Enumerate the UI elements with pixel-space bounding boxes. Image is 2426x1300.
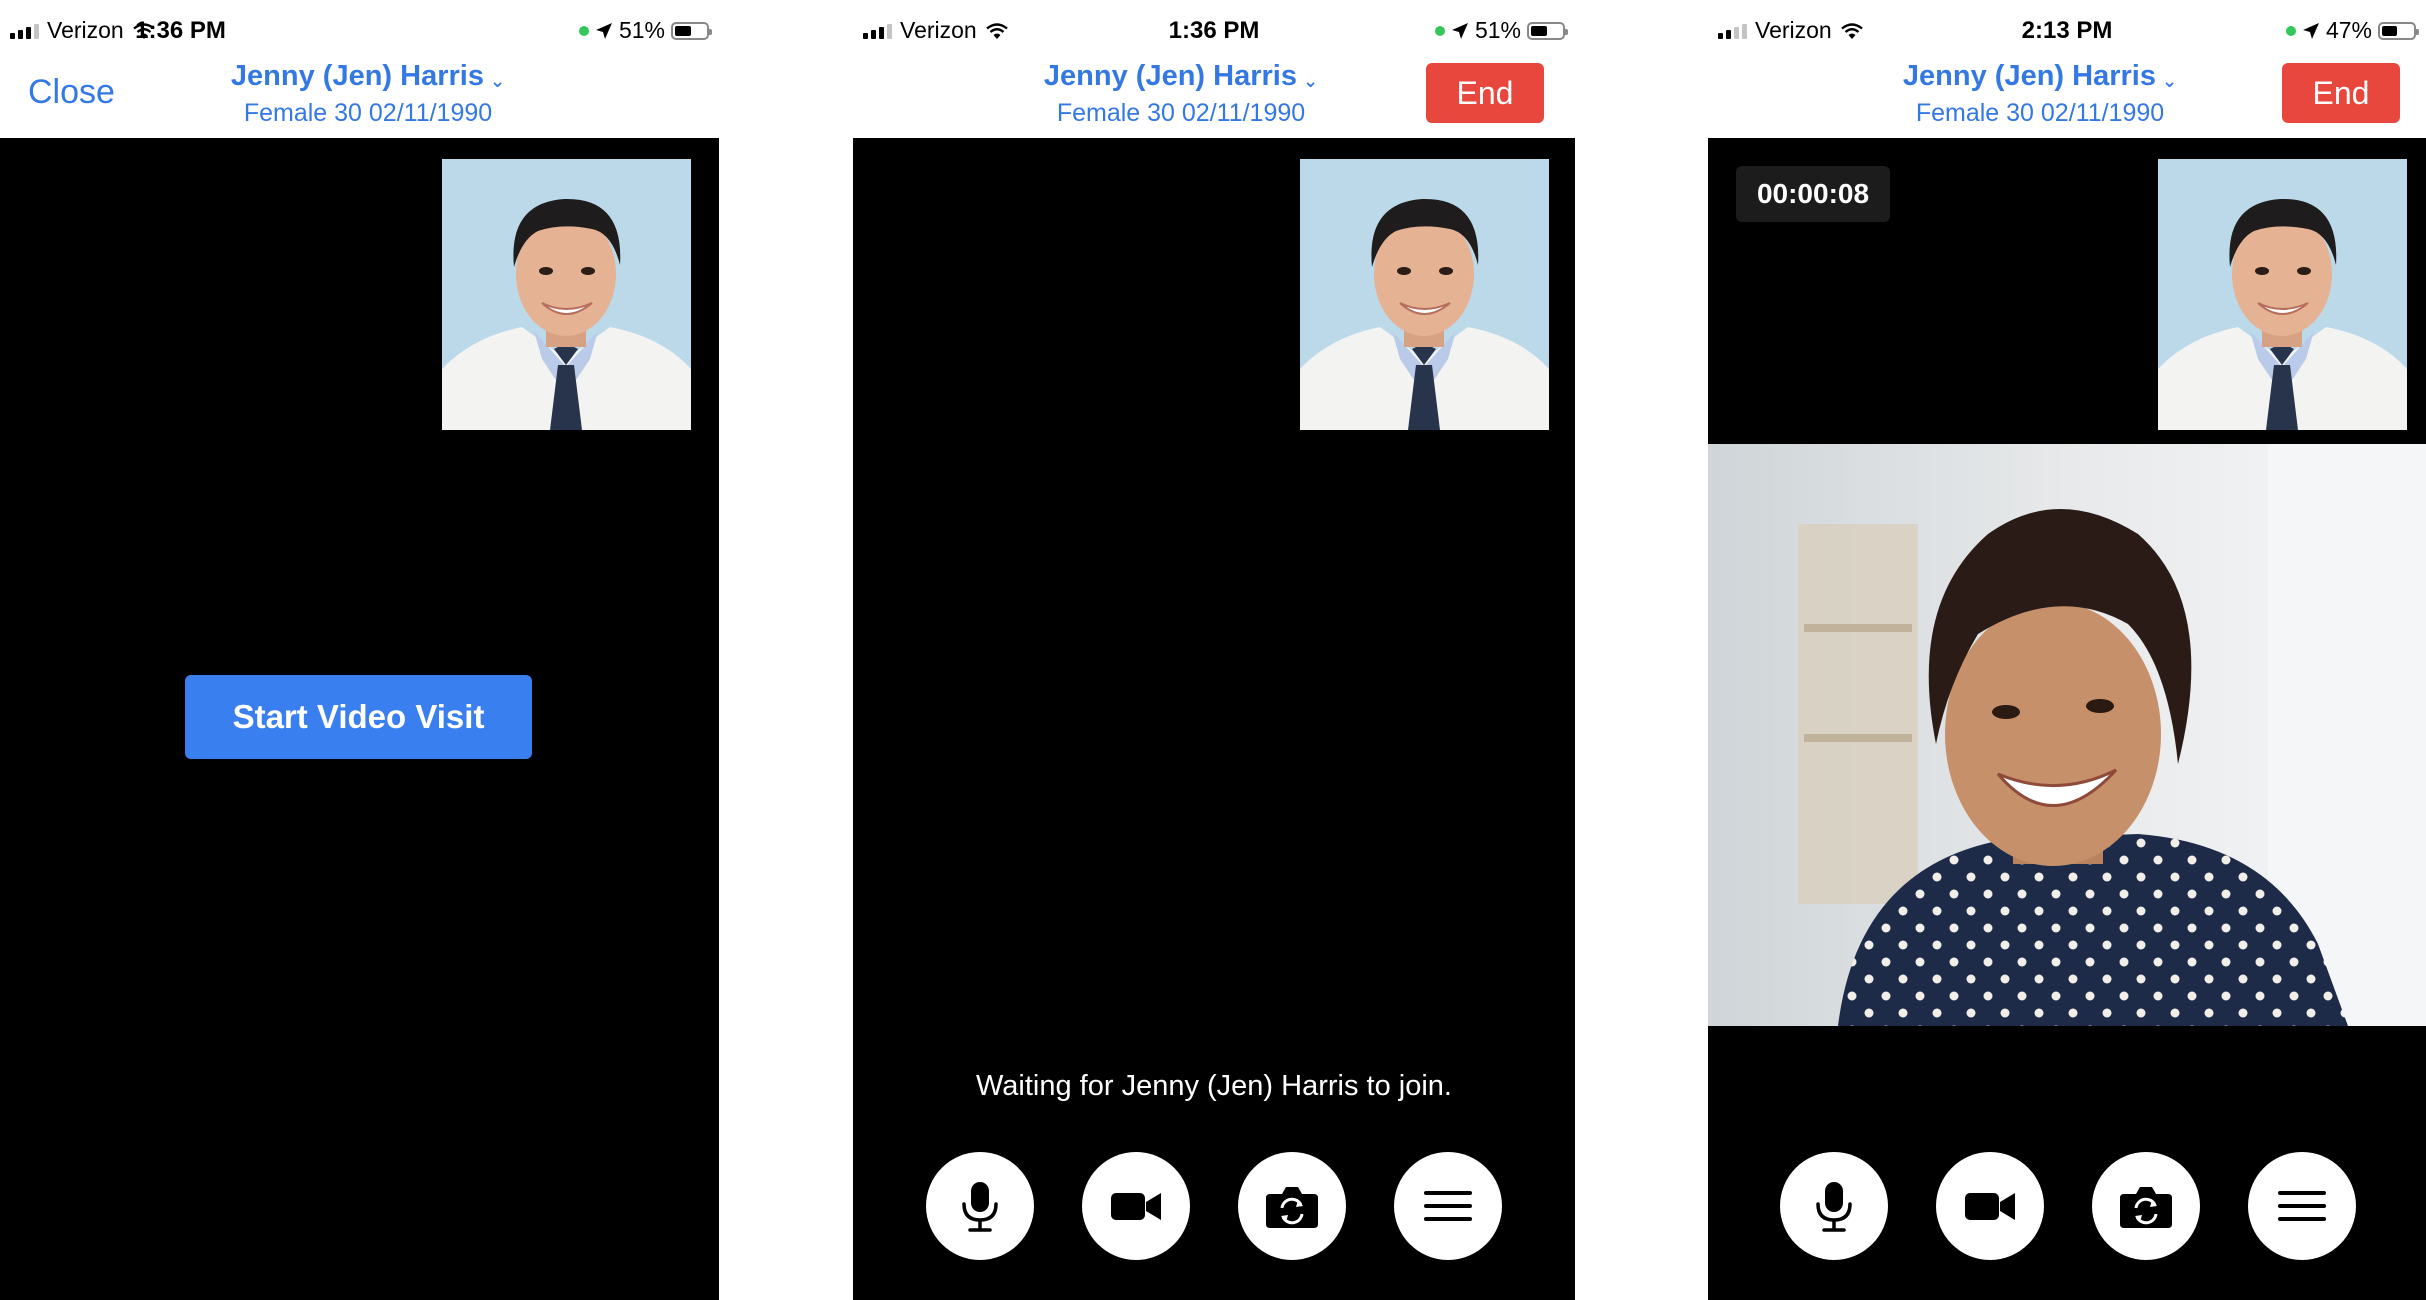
chevron-down-icon: ⌄	[1302, 71, 1319, 91]
battery-icon	[1527, 21, 1568, 40]
video-area: Start Video Visit	[0, 138, 719, 1300]
video-area: Waiting for Jenny (Jen) Harris to join.	[853, 138, 1575, 1300]
battery-icon	[2378, 21, 2419, 40]
location-indicator-dot	[2285, 25, 2296, 36]
doctor-photo	[1300, 159, 1549, 430]
remote-participant-video	[1708, 444, 2426, 1026]
location-indicator-dot	[1434, 25, 1445, 36]
self-view-thumbnail[interactable]	[442, 159, 691, 430]
menu-button[interactable]	[1394, 1152, 1502, 1260]
switch-camera-button[interactable]	[1238, 1152, 1346, 1260]
location-indicator-dot	[578, 25, 589, 36]
end-call-button[interactable]: End	[1426, 63, 1544, 123]
navigation-bar: Close Jenny (Jen) Harris ⌄ Female 30 02/1…	[0, 56, 719, 138]
call-timer: 00:00:08	[1736, 166, 1890, 222]
status-bar: Verizon 1:36 PM 51%	[853, 0, 1575, 62]
navigation-bar: Jenny (Jen) Harris ⌄ Female 30 02/11/1990…	[853, 56, 1575, 138]
patient-header[interactable]: Jenny (Jen) Harris ⌄ Female 30 02/11/1990	[1013, 60, 1349, 128]
patient-name: Jenny (Jen) Harris	[1043, 60, 1297, 92]
chevron-down-icon: ⌄	[489, 71, 506, 91]
menu-icon	[2272, 1176, 2332, 1236]
patient-header[interactable]: Jenny (Jen) Harris ⌄ Female 30 02/11/1990	[1872, 60, 2208, 128]
mute-button[interactable]	[1780, 1152, 1888, 1260]
doctor-photo	[2158, 159, 2407, 430]
waiting-message: Waiting for Jenny (Jen) Harris to join.	[976, 1070, 1452, 1102]
battery-icon	[671, 21, 712, 40]
phone-screen-waiting: Verizon 1:36 PM 51% Jenny (Jen) Harris ⌄ …	[853, 0, 1575, 1300]
location-arrow-icon	[1451, 22, 1469, 40]
self-view-thumbnail[interactable]	[2158, 159, 2407, 430]
start-video-visit-button[interactable]: Start Video Visit	[185, 675, 532, 759]
patient-video-feed	[1708, 444, 2426, 1026]
battery-percentage: 51%	[618, 17, 665, 43]
menu-icon	[1418, 1176, 1478, 1236]
status-bar: Verizon 1:36 PM 51%	[0, 0, 719, 62]
switch-camera-icon	[1262, 1176, 1322, 1236]
end-call-button[interactable]: End	[2282, 63, 2400, 123]
phone-screen-in-call: Verizon 2:13 PM 47% Jenny (Jen) Harris ⌄ …	[1708, 0, 2426, 1300]
video-toggle-button[interactable]	[1936, 1152, 2044, 1260]
battery-percentage: 47%	[2325, 17, 2372, 43]
location-arrow-icon	[595, 22, 613, 40]
chevron-down-icon: ⌄	[2161, 71, 2178, 91]
microphone-icon	[950, 1176, 1010, 1236]
location-arrow-icon	[2302, 22, 2320, 40]
close-button[interactable]: Close	[28, 73, 115, 112]
patient-name: Jenny (Jen) Harris	[1902, 60, 2156, 92]
battery-percentage: 51%	[1474, 17, 1521, 43]
call-controls	[853, 1152, 1575, 1262]
call-controls	[1708, 1152, 2426, 1262]
clock: 1:36 PM	[135, 17, 226, 44]
doctor-photo	[442, 159, 691, 430]
video-camera-icon	[1106, 1176, 1166, 1236]
video-camera-icon	[1960, 1176, 2020, 1236]
phone-screen-start: Verizon 1:36 PM 51% Close Jenny (Jen) Ha…	[0, 0, 719, 1300]
navigation-bar: Jenny (Jen) Harris ⌄ Female 30 02/11/1990…	[1708, 56, 2426, 138]
mute-button[interactable]	[926, 1152, 1034, 1260]
patient-name: Jenny (Jen) Harris	[230, 60, 484, 92]
microphone-icon	[1804, 1176, 1864, 1236]
patient-header[interactable]: Jenny (Jen) Harris ⌄ Female 30 02/11/1990	[200, 60, 536, 128]
switch-camera-button[interactable]	[2092, 1152, 2200, 1260]
menu-button[interactable]	[2248, 1152, 2356, 1260]
status-bar: Verizon 2:13 PM 47%	[1708, 0, 2426, 62]
patient-details: Female 30 02/11/1990	[1915, 99, 2165, 127]
self-view-thumbnail[interactable]	[1300, 159, 1549, 430]
patient-details: Female 30 02/11/1990	[243, 99, 493, 127]
video-toggle-button[interactable]	[1082, 1152, 1190, 1260]
switch-camera-icon	[2116, 1176, 2176, 1236]
video-area: 00:00:08	[1708, 138, 2426, 1300]
patient-details: Female 30 02/11/1990	[1056, 99, 1306, 127]
